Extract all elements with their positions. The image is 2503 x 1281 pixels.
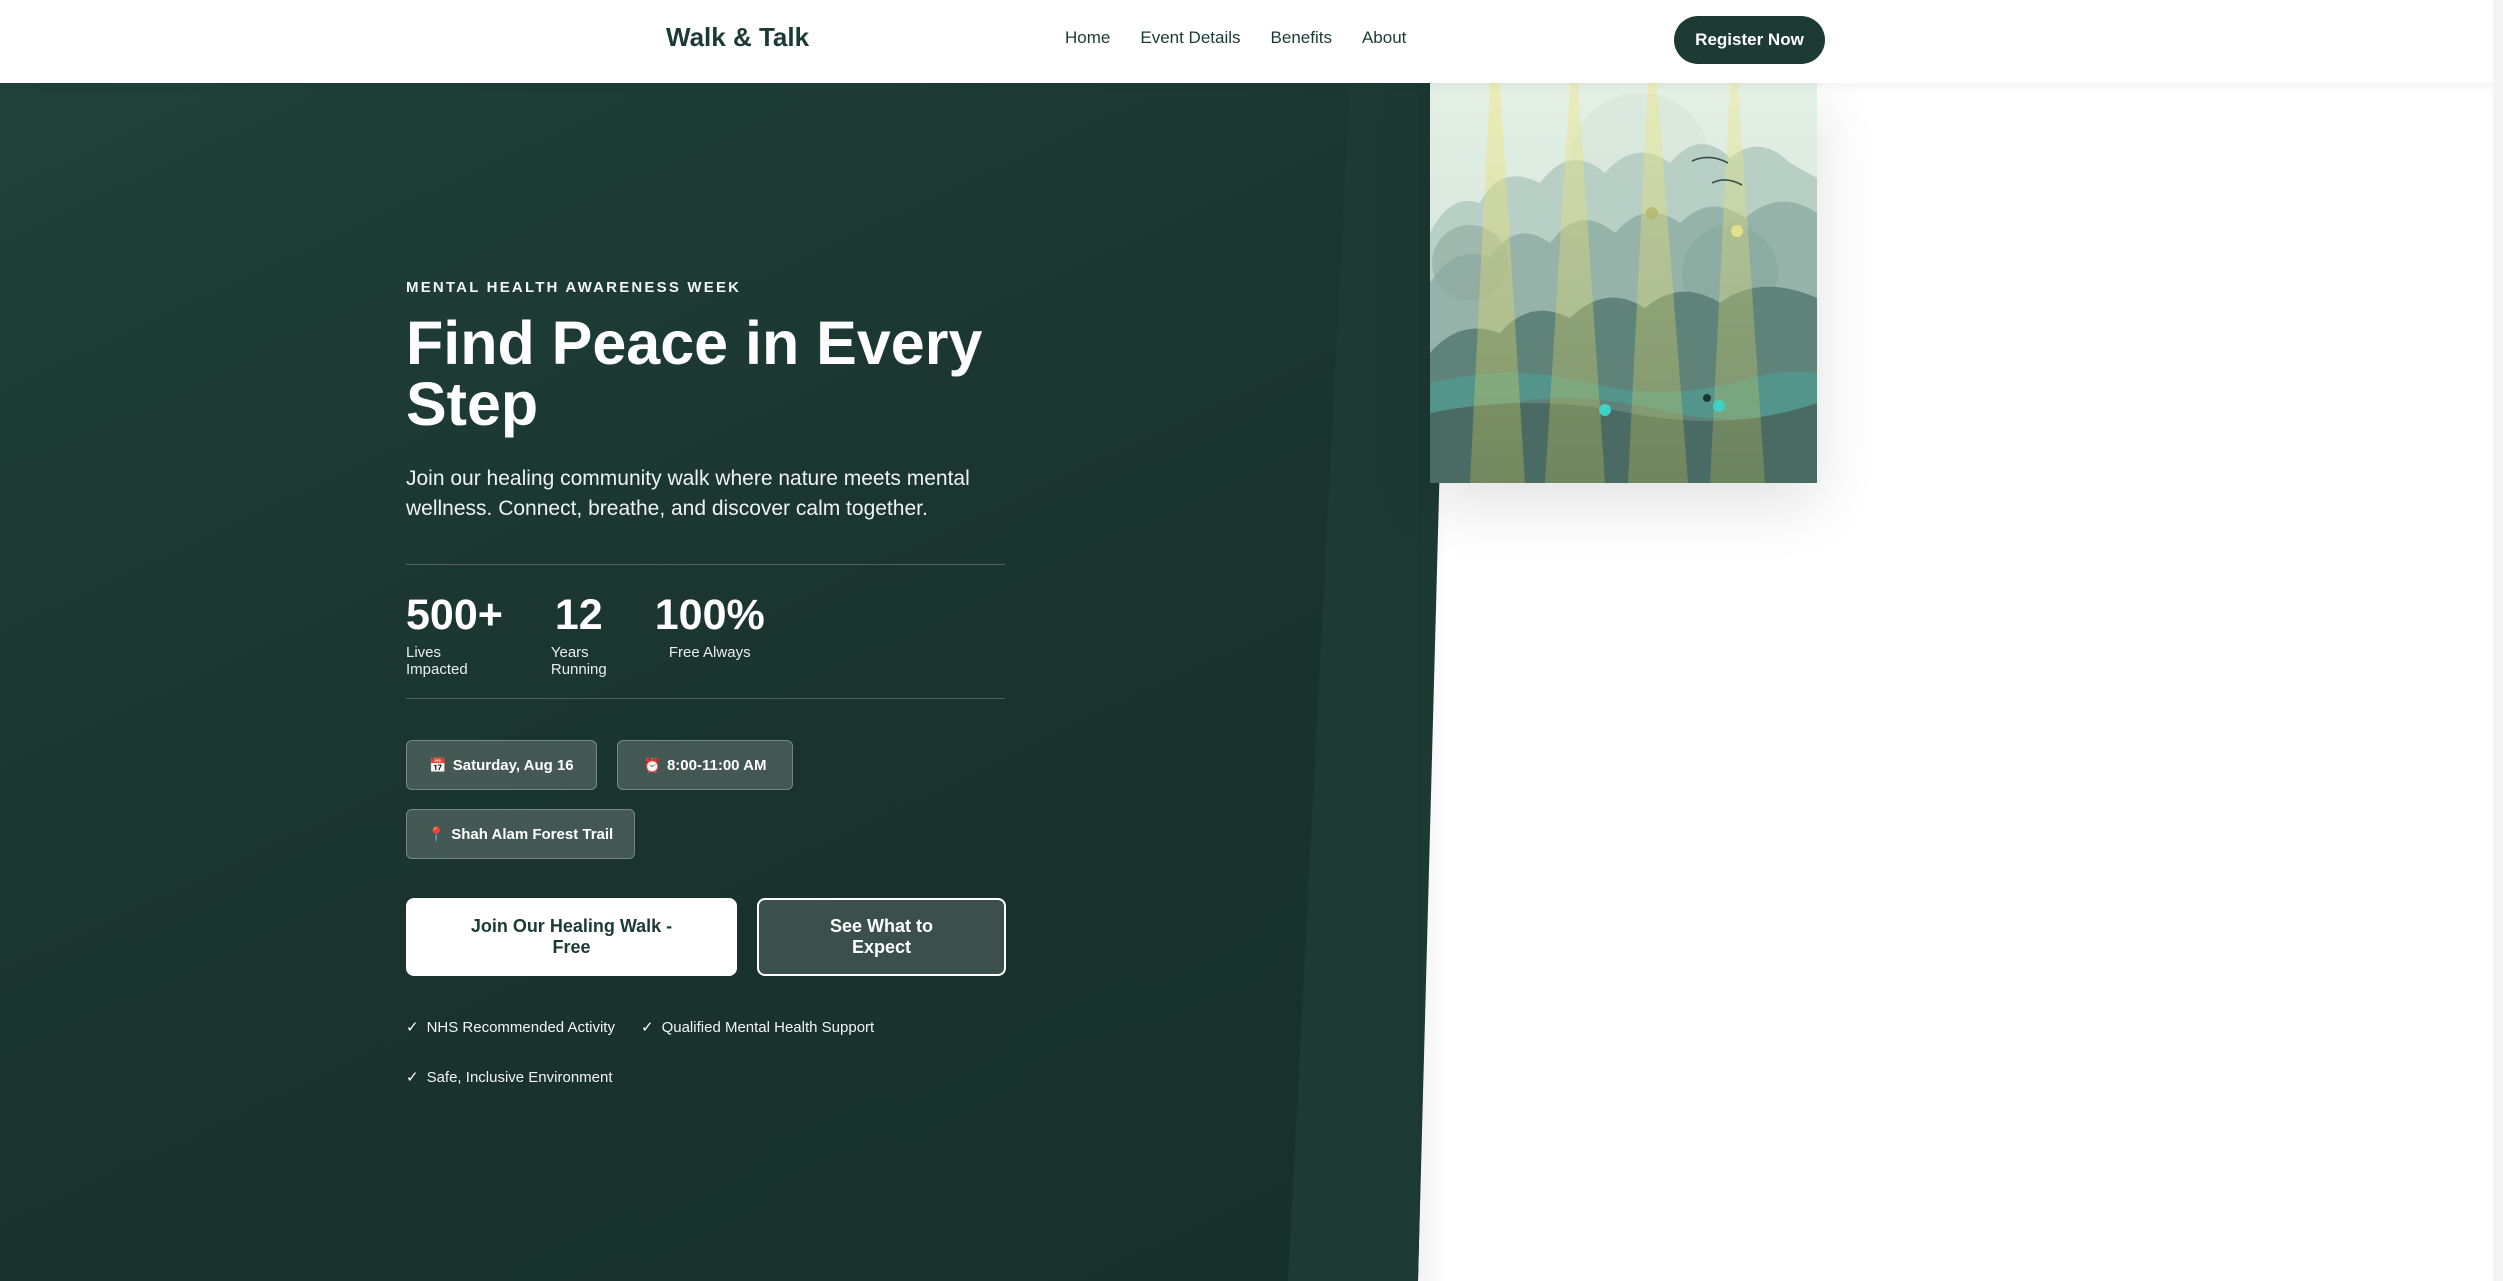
sun-orb xyxy=(1731,225,1743,237)
location-pin-icon: 📍 xyxy=(427,825,446,842)
check-icon: ✓ xyxy=(406,1019,419,1036)
stat-years-running: 12 Years Running xyxy=(551,592,607,678)
hero-eyebrow: MENTAL HEALTH AWARENESS WEEK xyxy=(406,279,742,296)
stat-free-always: 100% Free Always xyxy=(655,592,765,678)
stat-label: Lives Impacted xyxy=(406,644,468,678)
firefly-dot xyxy=(1713,400,1725,412)
trust-item-safe-environment: ✓ Safe, Inclusive Environment xyxy=(406,1068,613,1087)
location-chip: 📍 Shah Alam Forest Trail xyxy=(406,809,635,859)
nav-link-benefits[interactable]: Benefits xyxy=(1271,28,1332,48)
trust-item-qualified-support: ✓ Qualified Mental Health Support xyxy=(641,1018,875,1037)
trust-item-label: Qualified Mental Health Support xyxy=(661,1018,875,1036)
brand-logo[interactable]: Walk & Talk xyxy=(666,22,809,53)
nav-link-home[interactable]: Home xyxy=(1065,28,1110,48)
stat-value: 100% xyxy=(654,591,765,639)
hero-title: Find Peace in Every Step xyxy=(406,309,983,438)
stats-row: 500+ Lives Impacted 12 Years Running 100… xyxy=(406,592,765,678)
stat-lives-impacted: 500+ Lives Impacted xyxy=(406,592,503,678)
page-scrollbar[interactable] xyxy=(2493,0,2503,1281)
landing-page: Walk & Talk Home Event Details Benefits … xyxy=(0,0,2503,1281)
alarm-clock-icon: ⏰ xyxy=(643,756,661,773)
date-chip-label: Saturday, Aug 16 xyxy=(452,756,574,774)
nav-links: Home Event Details Benefits About xyxy=(1065,28,1406,48)
forest-illustration xyxy=(1430,83,1817,483)
stat-label: Years Running xyxy=(550,644,607,678)
register-now-button[interactable]: Register Now xyxy=(1674,16,1825,64)
time-chip: ⏰ 8:00-11:00 AM xyxy=(617,740,793,790)
time-chip-label: 8:00-11:00 AM xyxy=(666,756,767,774)
sun-orb xyxy=(1646,207,1658,219)
trust-item-label: NHS Recommended Activity xyxy=(426,1018,615,1036)
top-navigation: Walk & Talk Home Event Details Benefits … xyxy=(0,0,2503,83)
location-chip-label: Shah Alam Forest Trail xyxy=(451,825,614,843)
trust-item-label: Safe, Inclusive Environment xyxy=(426,1068,613,1086)
stat-value: 12 xyxy=(554,591,603,639)
trust-item-nhs: ✓ NHS Recommended Activity xyxy=(406,1018,615,1037)
calendar-icon: 📅 xyxy=(429,756,447,773)
nav-link-about[interactable]: About xyxy=(1362,28,1406,48)
stat-value: 500+ xyxy=(406,591,503,639)
firefly-dot xyxy=(1703,394,1711,402)
firefly-dot xyxy=(1599,404,1611,416)
check-icon: ✓ xyxy=(641,1019,654,1036)
hero-subtitle: Join our healing community walk where na… xyxy=(406,467,970,520)
check-icon: ✓ xyxy=(406,1069,419,1086)
stats-divider-bottom xyxy=(406,698,1005,699)
stats-divider-top xyxy=(406,564,1005,565)
see-what-to-expect-button[interactable]: See What to Expect xyxy=(757,898,1006,976)
date-chip: 📅 Saturday, Aug 16 xyxy=(406,740,597,790)
join-walk-button[interactable]: Join Our Healing Walk - Free xyxy=(406,898,737,976)
nav-link-event-details[interactable]: Event Details xyxy=(1140,28,1240,48)
stat-label: Free Always xyxy=(668,644,751,661)
